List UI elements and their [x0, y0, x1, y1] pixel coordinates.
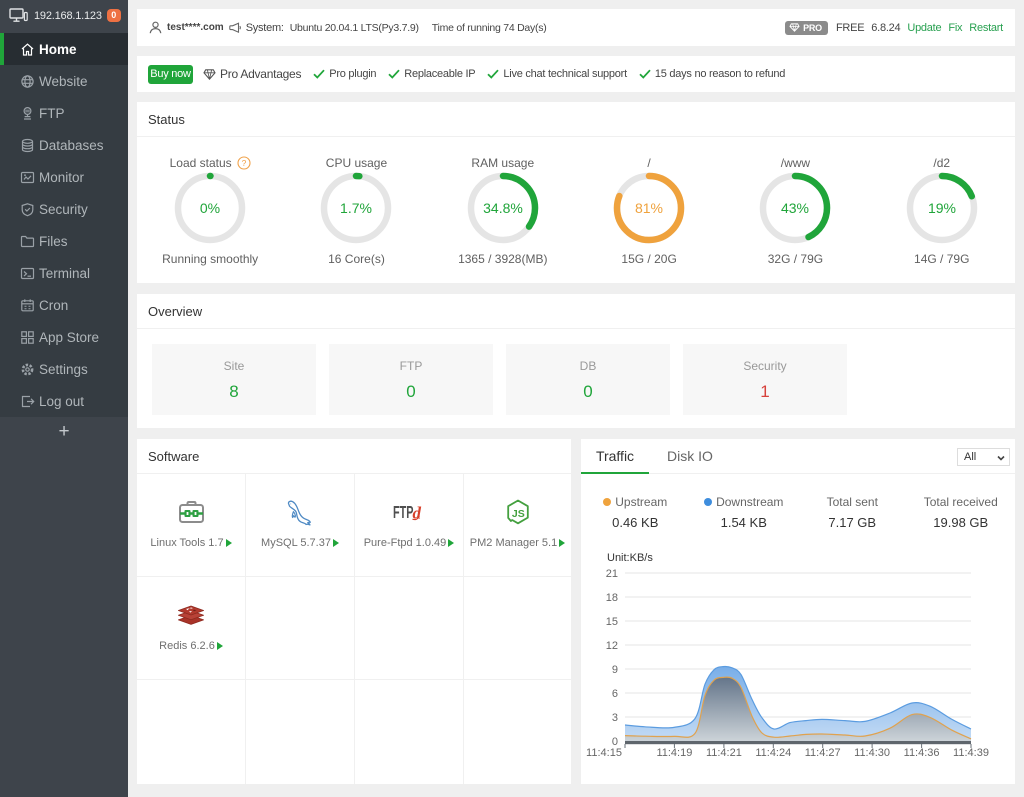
svg-text:34.8%: 34.8% [483, 200, 523, 216]
svg-text:11:4:24: 11:4:24 [755, 747, 791, 759]
svg-text:Unit:KB/s: Unit:KB/s [607, 552, 653, 564]
svg-text:43%: 43% [781, 200, 809, 216]
svg-text:?: ? [241, 158, 246, 168]
svg-text:1.7%: 1.7% [341, 200, 373, 216]
svg-text:11:4:15: 11:4:15 [586, 747, 622, 759]
svg-text:11:4:39: 11:4:39 [953, 747, 989, 759]
svg-text:19%: 19% [928, 200, 956, 216]
svg-text:6: 6 [612, 688, 618, 700]
svg-text:21: 21 [606, 568, 618, 580]
svg-text:11:4:27: 11:4:27 [805, 747, 841, 759]
svg-text:9: 9 [612, 664, 618, 676]
svg-text:15: 15 [606, 616, 618, 628]
svg-text:12: 12 [606, 640, 618, 652]
svg-text:11:4:19: 11:4:19 [656, 747, 692, 759]
svg-text:0%: 0% [200, 200, 220, 216]
svg-text:JS: JS [511, 508, 524, 520]
svg-text:18: 18 [606, 592, 618, 604]
svg-text:FTP: FTP [393, 504, 414, 523]
svg-text:11:4:36: 11:4:36 [904, 747, 940, 759]
svg-text:11:4:30: 11:4:30 [854, 747, 890, 759]
svg-text:11:4:21: 11:4:21 [706, 747, 742, 759]
svg-text:81%: 81% [635, 200, 663, 216]
svg-text:3: 3 [612, 712, 618, 724]
